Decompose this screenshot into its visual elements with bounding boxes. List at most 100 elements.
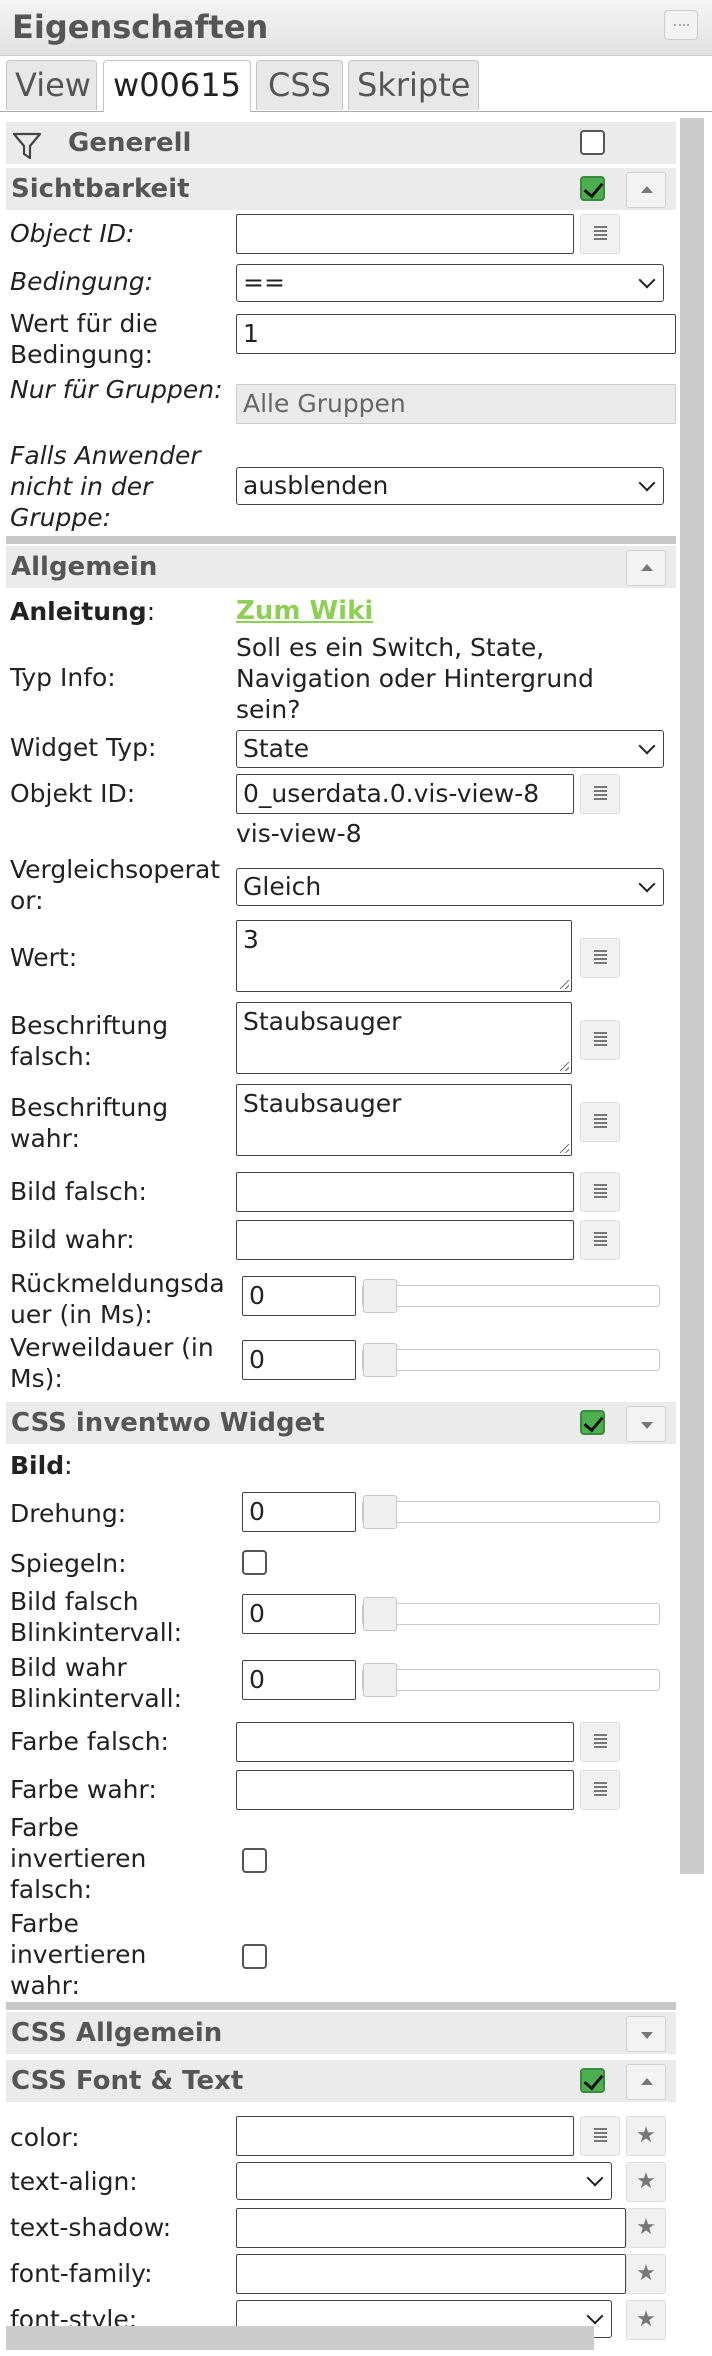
slider-handle[interactable] [363,1495,397,1529]
spiegeln-checkbox[interactable] [242,1550,267,1575]
drehung-input[interactable]: 0 [242,1492,356,1532]
sichtbarkeit-checkbox[interactable] [580,176,605,201]
slider-handle[interactable] [363,1597,397,1631]
group-allgemein[interactable]: Allgemein [6,546,676,588]
verweildauer-input[interactable]: 0 [242,1340,356,1380]
group-css-allgemein[interactable]: CSS Allgemein [6,2012,676,2054]
horizontal-scrollbar[interactable] [6,2326,594,2350]
label-anleitung: Anleitung: [10,597,156,626]
wiki-link[interactable]: Zum Wiki [236,596,373,627]
bild-falsch-button[interactable] [580,1172,620,1212]
group-sichtbarkeit[interactable]: Sichtbarkeit [6,168,676,210]
text-align-select[interactable] [236,2162,612,2200]
separator [6,536,676,544]
label-font-family: font-family: [10,2259,153,2288]
beschriftung-falsch-button[interactable] [580,1020,620,1060]
bild-wahr-input[interactable] [236,1220,574,1260]
filter-icon[interactable] [12,132,42,160]
font-family-input[interactable] [236,2254,626,2294]
label-beschriftung-wahr: Beschriftung wahr: [10,1093,169,1153]
css-font-collapse-button[interactable] [626,2064,666,2100]
label-bild-falsch: Bild falsch: [10,1177,147,1206]
label-text-shadow: text-shadow: [10,2213,172,2242]
farbe-falsch-button[interactable] [580,1722,620,1762]
bild-falsch-input[interactable] [236,1172,574,1212]
object-id-select-button[interactable] [580,214,620,254]
wert-bedingung-input[interactable]: 1 [236,314,676,354]
label-nur-fuer-gruppen: Nur für Gruppen: [10,375,223,404]
farbe-invertieren-wahr-checkbox[interactable] [242,1944,267,1969]
gruppen-select[interactable]: Alle Gruppen [236,384,676,424]
objekt-id-input[interactable]: 0_userdata.0.vis-view-8 [236,774,574,814]
label-beschriftung-falsch: Beschriftung falsch: [10,1011,169,1071]
objekt-id-select-button[interactable] [580,774,620,814]
sichtbarkeit-collapse-button[interactable] [626,172,666,208]
group-css-inventwo-title: CSS inventwo Widget [11,1408,325,1438]
panel-menu-button[interactable] [664,10,698,40]
falls-anwender-select[interactable]: ausblenden [236,467,664,505]
color-input[interactable] [236,2116,574,2156]
tab-widget[interactable]: w00615 [103,60,251,113]
farbe-falsch-input[interactable] [236,1722,574,1762]
rueckmeldungsdauer-input[interactable]: 0 [242,1276,356,1316]
css-font-checkbox[interactable] [580,2068,605,2093]
beschriftung-wahr-button[interactable] [580,1102,620,1142]
rueckmeldungsdauer-slider[interactable] [362,1279,660,1313]
farbe-wahr-input[interactable] [236,1770,574,1810]
css-allgemein-expand-button[interactable] [626,2016,666,2052]
group-css-font[interactable]: CSS Font & Text [6,2060,676,2102]
window-title: Eigenschaften [12,8,269,46]
bild-wahr-blink-input[interactable]: 0 [242,1660,356,1700]
farbe-invertieren-falsch-checkbox[interactable] [242,1848,267,1873]
vergleichsoperator-select[interactable]: Gleich [236,868,664,906]
bild-wahr-button[interactable] [580,1220,620,1260]
star-icon[interactable]: ★ [626,2208,666,2248]
drehung-slider[interactable] [362,1495,660,1529]
object-id-input[interactable] [236,214,574,254]
text-shadow-input[interactable] [236,2208,626,2248]
star-icon[interactable]: ★ [626,2254,666,2294]
star-icon[interactable]: ★ [626,2300,666,2340]
slider-handle[interactable] [363,1663,397,1697]
label-falls-anwender: Falls Anwender nicht in der Gruppe: [10,441,201,532]
tab-css[interactable]: CSS [256,60,343,110]
bild-wahr-blink-slider[interactable] [362,1663,660,1697]
beschriftung-wahr-textarea[interactable]: Staubsauger [236,1084,572,1156]
objekt-id-hint: vis-view-8 [236,819,362,848]
label-widget-typ: Widget Typ: [10,733,157,762]
slider-handle[interactable] [363,1279,397,1313]
label-farbe-invertieren-falsch: Farbe invertieren falsch: [10,1813,147,1904]
bild-falsch-blink-input[interactable]: 0 [242,1594,356,1634]
vertical-scrollbar[interactable] [680,118,704,1874]
verweildauer-slider[interactable] [362,1343,660,1377]
star-icon[interactable]: ★ [626,2162,666,2202]
label-vergleichsoperator: Vergleichsoperator: [10,855,221,915]
css-inventwo-checkbox[interactable] [580,1410,605,1435]
label-wert-bedingung: Wert für die Bedingung: [10,309,158,369]
color-picker-button[interactable] [580,2116,620,2156]
wert-textarea[interactable]: 3 [236,920,572,992]
label-farbe-invertieren-wahr: Farbe invertieren wahr: [10,1909,147,2000]
label-wert: Wert: [10,943,78,972]
group-generell[interactable]: Generell [6,122,676,164]
label-color: color: [10,2123,80,2152]
slider-handle[interactable] [363,1343,397,1377]
css-inventwo-expand-button[interactable] [626,1406,666,1442]
wert-select-button[interactable] [580,938,620,978]
allgemein-collapse-button[interactable] [626,550,666,586]
label-drehung: Drehung: [10,1499,127,1528]
label-farbe-wahr: Farbe wahr: [10,1775,157,1804]
widget-typ-select[interactable]: State [236,730,664,768]
group-css-inventwo[interactable]: CSS inventwo Widget [6,1402,676,1444]
bild-falsch-blink-slider[interactable] [362,1597,660,1631]
properties-panel: Generell Sichtbarkeit Object ID: Bedingu… [6,112,676,2348]
beschriftung-falsch-textarea[interactable]: Staubsauger [236,1002,572,1074]
tab-view[interactable]: View [6,60,97,110]
label-objekt-id: Objekt ID: [10,779,136,808]
bedingung-select[interactable]: == [236,264,664,302]
generell-checkbox[interactable] [580,130,605,155]
farbe-wahr-button[interactable] [580,1770,620,1810]
star-icon[interactable]: ★ [626,2116,666,2156]
label-rueckmeldungsdauer: Rückmeldungsdauer (in Ms): [10,1269,225,1329]
tab-skripte[interactable]: Skripte [348,60,479,110]
